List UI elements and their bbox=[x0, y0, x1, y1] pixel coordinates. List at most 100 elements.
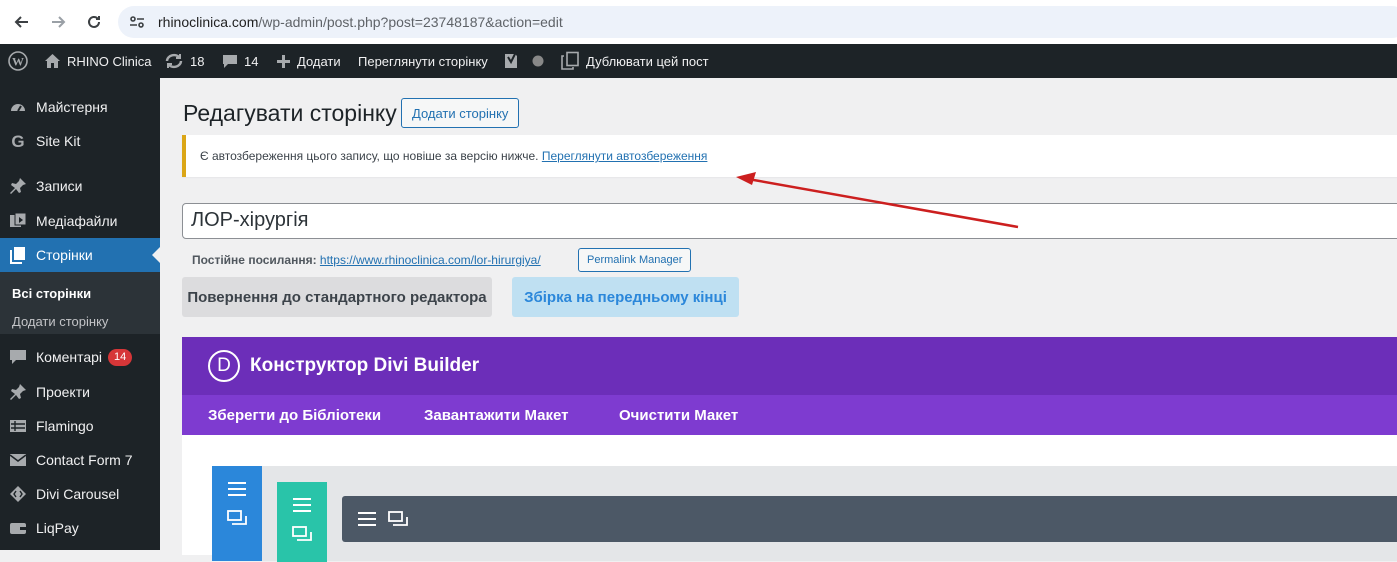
updates-menu[interactable]: 18 bbox=[164, 44, 204, 78]
comment-icon bbox=[10, 350, 26, 364]
autosave-notice: Є автозбереження цього запису, що новіше… bbox=[182, 135, 1397, 177]
sidebar-item-label: Divi Carousel bbox=[36, 486, 120, 502]
sidebar-item-media[interactable]: Медіафайли bbox=[0, 204, 160, 238]
text-module[interactable] bbox=[342, 496, 1397, 542]
site-settings-icon[interactable] bbox=[128, 13, 146, 31]
sidebar-item-label: Проекти bbox=[36, 384, 90, 400]
sidebar-item-liqpay[interactable]: LiqPay bbox=[0, 511, 160, 545]
comments-badge: 14 bbox=[108, 348, 133, 366]
comments-menu[interactable]: 14 bbox=[222, 44, 258, 78]
page-title: Редагувати сторінку bbox=[183, 100, 397, 126]
hamburger-icon[interactable] bbox=[293, 498, 311, 516]
wallet-icon bbox=[10, 523, 26, 534]
save-to-library-button[interactable]: Зберегти до Бібліотеки bbox=[208, 407, 381, 424]
seo-status-dot bbox=[532, 44, 544, 78]
sidebar-item-label: LiqPay bbox=[36, 520, 79, 536]
plus-icon bbox=[277, 54, 290, 68]
submenu-all-pages[interactable]: Всі сторінки bbox=[12, 286, 91, 301]
sidebar-item-divi-carousel[interactable]: Divi Carousel bbox=[0, 477, 160, 511]
wp-admin-bar: W RHINO Clinica 18 14 Додати Переглянути… bbox=[0, 44, 1397, 78]
duplicate-label: Дублювати цей пост bbox=[586, 53, 709, 69]
duplicate-icon bbox=[388, 511, 408, 526]
duplicate-icon bbox=[227, 510, 247, 525]
sidebar-item-label: Записи bbox=[36, 178, 83, 194]
section-handle[interactable] bbox=[212, 466, 262, 561]
add-page-button[interactable]: Додати сторінку bbox=[401, 98, 520, 128]
reload-icon bbox=[88, 15, 100, 28]
sidebar-item-site-kit[interactable]: G Site Kit bbox=[0, 124, 160, 158]
svg-text:W: W bbox=[12, 55, 24, 69]
new-content-menu[interactable]: Додати bbox=[276, 44, 341, 78]
pin-icon bbox=[10, 384, 26, 400]
duplicate-icon bbox=[292, 526, 312, 541]
back-button[interactable] bbox=[10, 10, 34, 34]
view-page-label: Переглянути сторінку bbox=[358, 53, 488, 69]
view-page-link[interactable]: Переглянути сторінку bbox=[358, 44, 488, 78]
sidebar-item-comments[interactable]: Коментарі 14 bbox=[0, 340, 160, 374]
divi-canvas: Текст bbox=[182, 435, 1397, 562]
site-name: RHINO Clinica bbox=[67, 53, 152, 69]
yoast-icon bbox=[505, 53, 517, 68]
post-title-input[interactable]: ЛОР-хірургія bbox=[182, 203, 1397, 239]
submenu-add-page[interactable]: Додати сторінку bbox=[12, 314, 108, 329]
clear-layout-button[interactable]: Очистити Макет bbox=[619, 407, 738, 424]
mail-icon bbox=[9, 454, 27, 466]
sidebar-item-label: Сторінки bbox=[36, 247, 93, 263]
updates-count: 18 bbox=[190, 53, 205, 69]
comment-icon bbox=[223, 55, 237, 68]
sidebar-item-label: Майстерня bbox=[36, 99, 108, 115]
pages-icon bbox=[10, 247, 25, 264]
pin-icon bbox=[10, 178, 26, 194]
dashboard-icon bbox=[11, 104, 25, 112]
permalink-url[interactable]: https://www.rhinoclinica.com/lor-hirurgi… bbox=[320, 253, 541, 267]
home-icon bbox=[45, 54, 60, 68]
permalink-manager-button[interactable]: Permalink Manager bbox=[578, 248, 692, 272]
frontend-builder-button[interactable]: Збірка на передньому кінці bbox=[512, 277, 739, 317]
main-content: Редагувати сторінку Додати сторінку Є ав… bbox=[160, 78, 1397, 562]
sidebar-item-flamingo[interactable]: Flamingo bbox=[0, 409, 160, 443]
row-handle[interactable] bbox=[277, 482, 327, 562]
code-icon bbox=[10, 486, 26, 502]
sidebar-item-projects[interactable]: Проекти bbox=[0, 375, 160, 409]
reload-button[interactable] bbox=[82, 10, 106, 34]
url-path: /wp-admin/post.php?post=23748187&action=… bbox=[258, 14, 563, 30]
sidebar-item-pages[interactable]: Сторінки bbox=[0, 238, 160, 272]
address-bar[interactable]: rhinoclinica.com/wp-admin/post.php?post=… bbox=[118, 6, 1397, 38]
wp-logo-menu[interactable]: W bbox=[8, 44, 28, 78]
duplicate-post-link[interactable]: Дублювати цей пост bbox=[560, 44, 709, 78]
status-dot-icon bbox=[532, 55, 544, 67]
arrow-right-icon bbox=[52, 16, 66, 28]
updates-icon bbox=[165, 53, 183, 69]
sidebar-item-posts[interactable]: Записи bbox=[0, 169, 160, 203]
sidebar-item-label: Медіафайли bbox=[36, 213, 118, 229]
sidebar-item-dashboard[interactable]: Майстерня bbox=[0, 90, 160, 124]
sidebar-item-contact-form-7[interactable]: Contact Form 7 bbox=[0, 443, 160, 477]
back-to-standard-editor-button[interactable]: Повернення до стандартного редактора bbox=[182, 277, 492, 317]
sidebar-item-label: Коментарі bbox=[36, 349, 103, 365]
wordpress-icon: W bbox=[8, 51, 28, 71]
arrow-left-icon bbox=[14, 16, 28, 28]
sidebar-item-label: Flamingo bbox=[36, 418, 94, 434]
load-layout-button[interactable]: Завантажити Макет bbox=[424, 407, 568, 424]
browser-toolbar: rhinoclinica.com/wp-admin/post.php?post=… bbox=[0, 0, 1397, 44]
url-text: rhinoclinica.com/wp-admin/post.php?post=… bbox=[158, 14, 563, 30]
view-autosave-link[interactable]: Переглянути автозбереження bbox=[542, 149, 708, 163]
sidebar-item-label: Contact Form 7 bbox=[36, 452, 133, 468]
hamburger-icon[interactable] bbox=[228, 482, 246, 500]
hamburger-icon[interactable] bbox=[358, 512, 376, 530]
permalink-row: Постійне посилання: https://www.rhinocli… bbox=[192, 253, 541, 267]
permalink-label: Постійне посилання: bbox=[192, 253, 317, 267]
new-label: Додати bbox=[297, 53, 341, 69]
url-host: rhinoclinica.com bbox=[158, 14, 259, 30]
notice-message: Є автозбереження цього запису, що новіше… bbox=[200, 149, 539, 163]
yoast-menu[interactable] bbox=[503, 44, 519, 78]
admin-sidebar: Майстерня G Site Kit Записи Медіафайли С… bbox=[0, 78, 160, 550]
pages-submenu: Всі сторінки Додати сторінку bbox=[0, 272, 160, 334]
media-icon bbox=[10, 212, 27, 227]
forward-button[interactable] bbox=[46, 10, 70, 34]
divi-logo: D bbox=[208, 350, 240, 382]
divi-toolbar: Зберегти до Бібліотеки Завантажити Макет… bbox=[182, 395, 1397, 435]
site-name-menu[interactable]: RHINO Clinica bbox=[44, 44, 152, 78]
table-icon bbox=[10, 420, 26, 432]
google-icon: G bbox=[11, 132, 24, 150]
